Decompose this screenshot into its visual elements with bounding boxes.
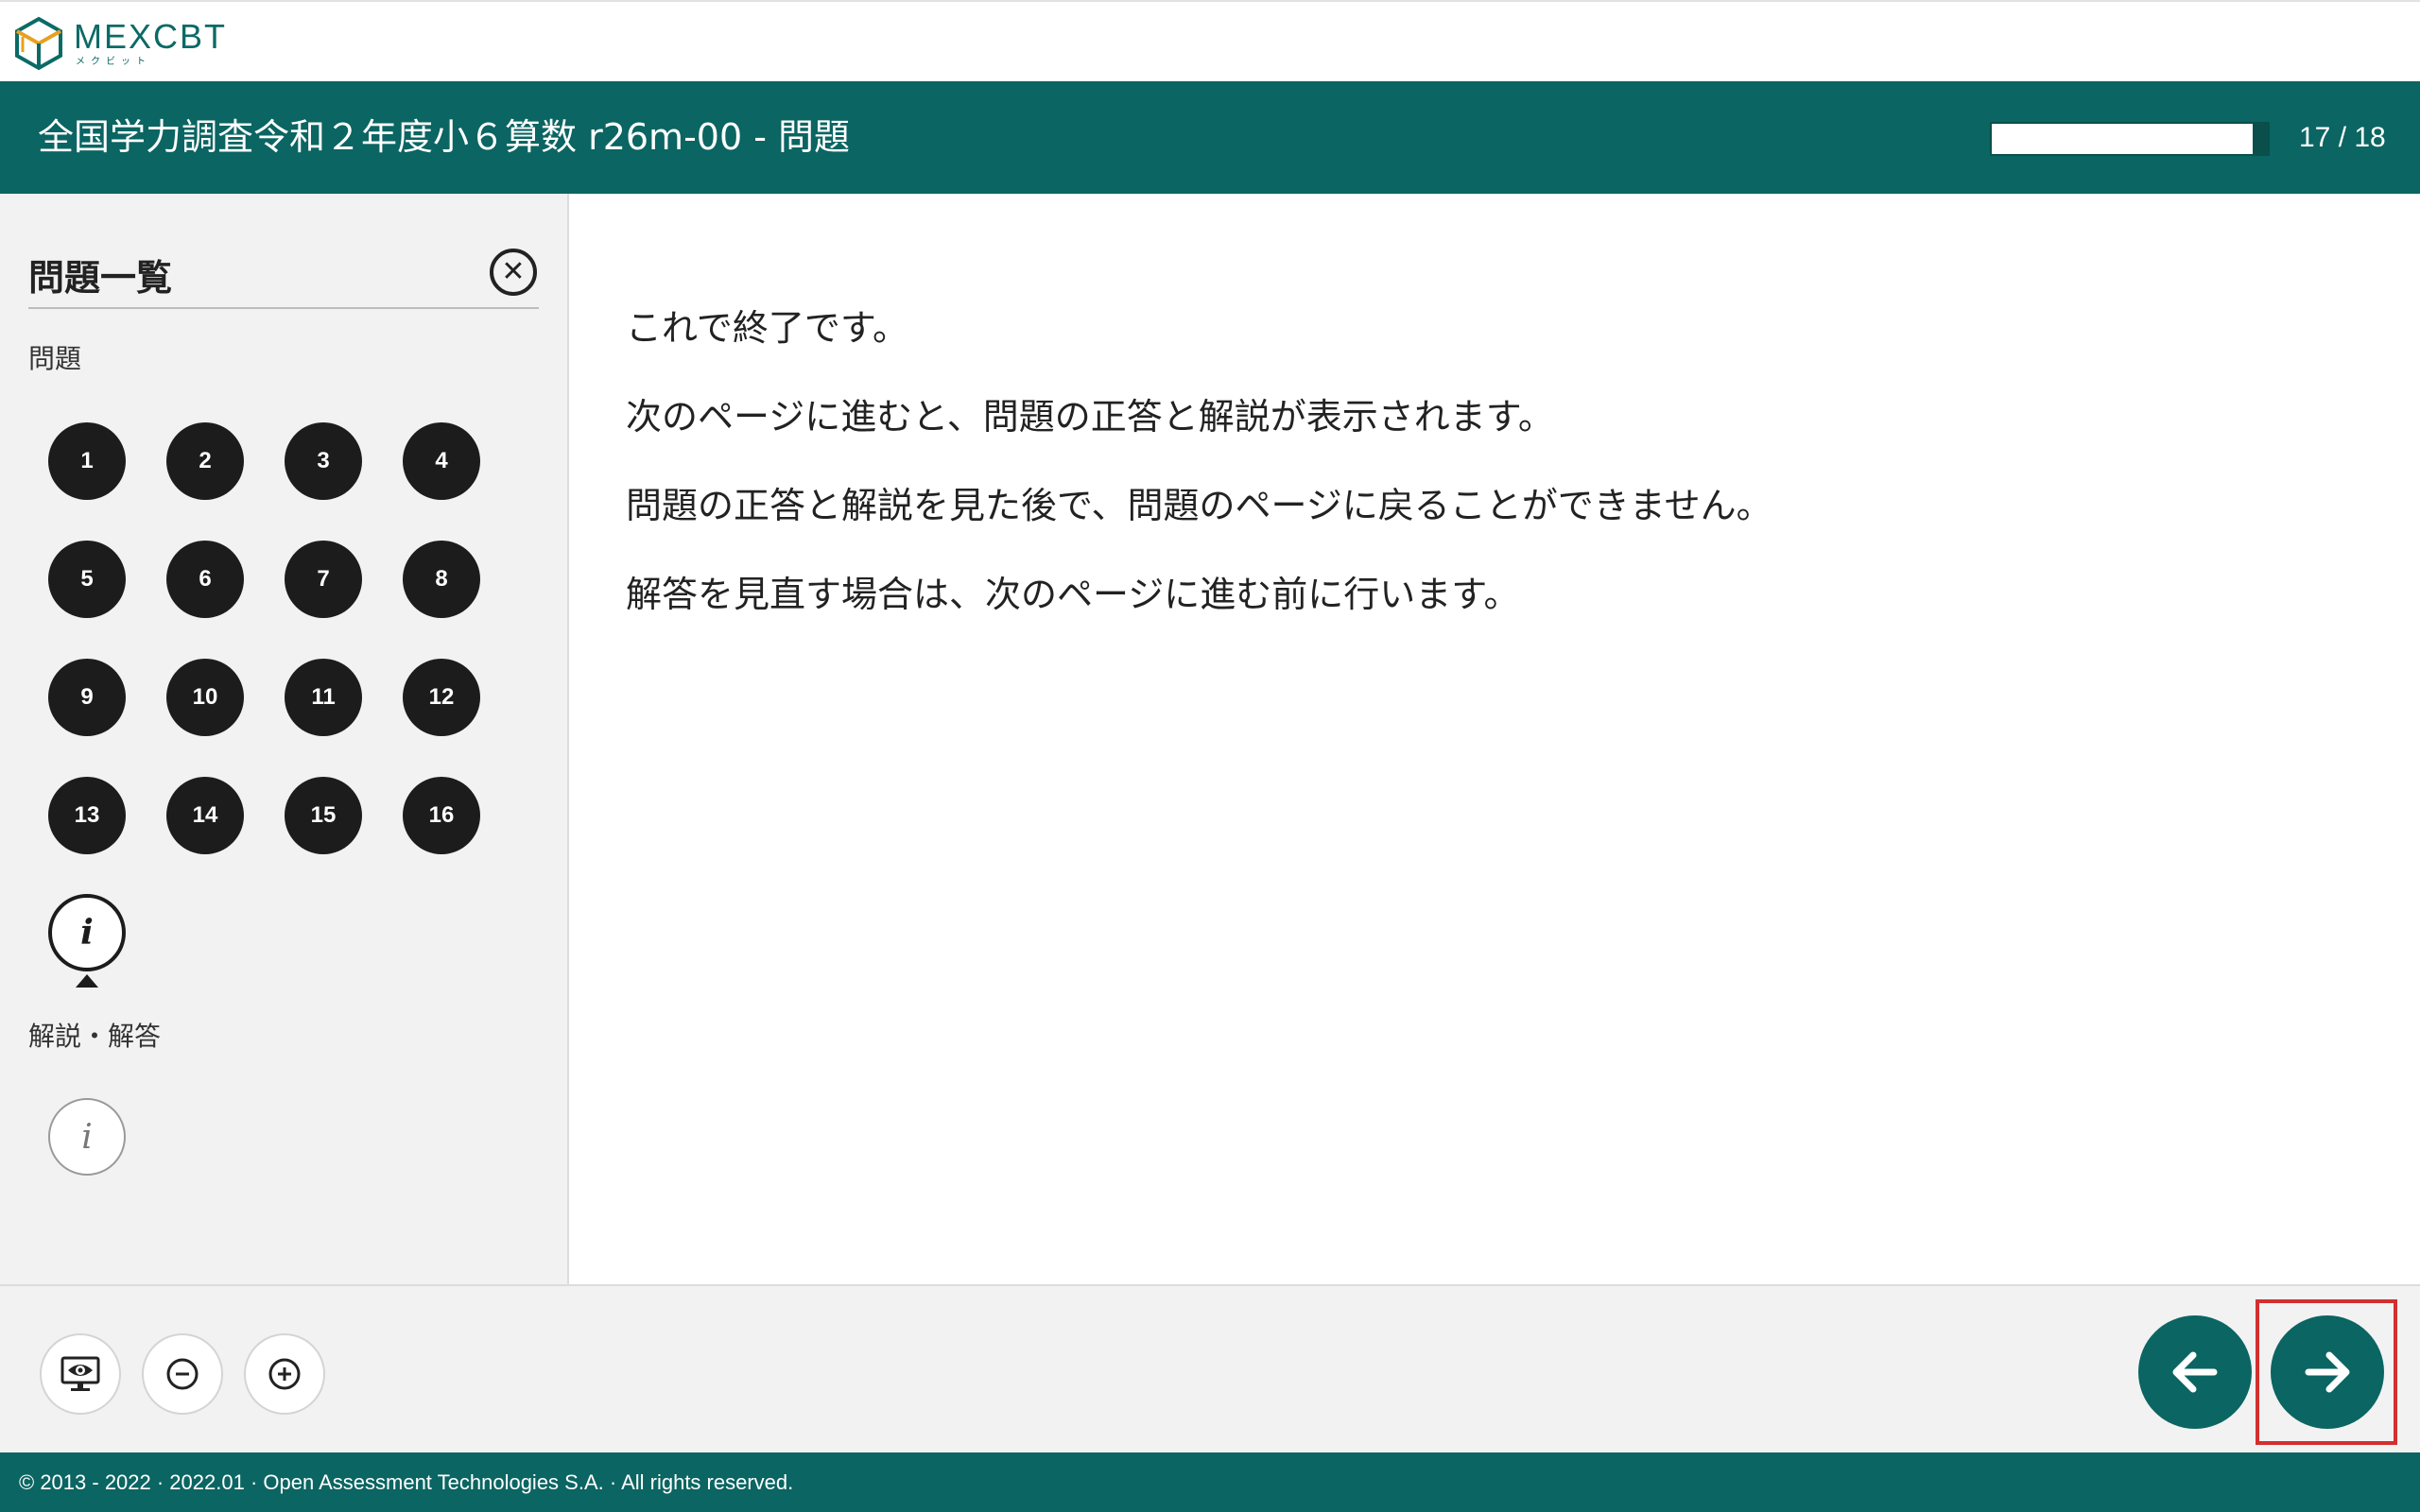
content-area: これで終了です。 次のページに進むと、問題の正答と解説が表示されます。 問題の正… [571,194,2420,1284]
message-line: 次のページに進むと、問題の正答と解説が表示されます。 [626,396,1554,438]
logo-subtext: メクビット [76,57,151,67]
question-button-10[interactable]: 10 [166,659,244,736]
question-button-8[interactable]: 8 [403,541,480,618]
zoom-out-button[interactable] [142,1333,223,1415]
end-message: これで終了です。 次のページに進むと、問題の正答と解説が表示されます。 問題の正… [626,284,1772,639]
question-list-title: 問題一覧 [28,257,173,299]
question-button-15[interactable]: 15 [285,777,362,854]
copyright-text: © 2013 - 2022 · 2022.01 · Open Assessmen… [19,1470,794,1494]
next-button-highlight [2256,1299,2397,1445]
mexcbt-logo: MEXCBT メクビット [13,15,227,72]
question-button-7[interactable]: 7 [285,541,362,618]
message-line: これで終了です。 [626,307,909,349]
arrow-left-icon [2172,1351,2218,1393]
top-bar: MEXCBT メクビット [0,0,2420,81]
current-item-marker [76,974,98,988]
previous-button[interactable] [2138,1315,2252,1429]
question-list-header: 問題一覧 ✕ [28,241,539,309]
section-label-questions: 問題 [28,343,82,374]
question-list-panel: 問題一覧 ✕ 問題 1 2 3 4 5 6 7 8 9 10 11 12 13 … [0,194,569,1284]
info-button-current[interactable]: i [48,894,126,971]
page-counter: 17 / 18 [2299,122,2386,153]
question-button-16[interactable]: 16 [403,777,480,854]
question-button-14[interactable]: 14 [166,777,244,854]
zoom-in-button[interactable] [244,1333,325,1415]
question-button-13[interactable]: 13 [48,777,126,854]
question-button-6[interactable]: 6 [166,541,244,618]
progress-fill [1992,124,2253,154]
message-line: 問題の正答と解説を見た後で、問題のページに戻ることができません。 [626,485,1772,526]
test-title: 全国学力調査令和２年度小６算数 r26m-00 - 問題 [38,116,851,158]
info-button-answers[interactable]: i [48,1098,126,1176]
section-label-answers: 解説・解答 [28,1021,162,1052]
bottom-toolbar [0,1284,2420,1452]
question-button-1[interactable]: 1 [48,422,126,500]
message-line: 解答を見直す場合は、次のページに進む前に行います。 [626,574,1520,615]
zoom-out-icon [166,1358,199,1390]
close-icon[interactable]: ✕ [490,249,537,296]
question-button-11[interactable]: 11 [285,659,362,736]
question-button-3[interactable]: 3 [285,422,362,500]
question-button-9[interactable]: 9 [48,659,126,736]
progress-bar [1990,122,2270,156]
question-button-2[interactable]: 2 [166,422,244,500]
screen-mask-button[interactable] [40,1333,121,1415]
screen-eye-icon [60,1356,100,1391]
logo-cube-icon [15,16,62,71]
test-title-bar: 全国学力調査令和２年度小６算数 r26m-00 - 問題 17 / 18 [0,81,2420,194]
question-button-12[interactable]: 12 [403,659,480,736]
question-button-4[interactable]: 4 [403,422,480,500]
question-button-5[interactable]: 5 [48,541,126,618]
zoom-in-icon [268,1358,301,1390]
logo-text: MEXCBT [74,17,228,56]
footer: © 2013 - 2022 · 2022.01 · Open Assessmen… [0,1452,2420,1512]
